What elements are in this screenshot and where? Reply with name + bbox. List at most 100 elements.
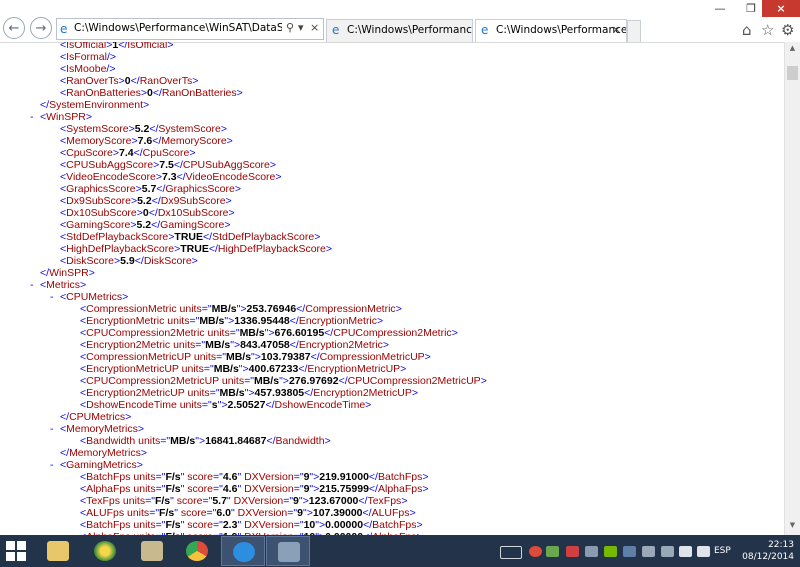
xml-bracket: > xyxy=(324,435,331,447)
arrow-right-icon: → xyxy=(35,21,47,36)
tray-icon[interactable] xyxy=(585,546,598,557)
xml-tag-name: GamingMetrics xyxy=(66,459,137,471)
xml-tag-name: VideoEncodeScore xyxy=(66,171,156,183)
xml-attr-value: MB/s xyxy=(211,303,237,315)
scroll-down-icon[interactable]: ▼ xyxy=(785,521,800,533)
xml-bracket: > xyxy=(85,111,92,123)
network-icon[interactable] xyxy=(679,546,692,557)
xml-tag-name: CPUCompression2MetricUP xyxy=(347,375,481,387)
xml-tag-name: MemoryScore xyxy=(66,135,132,147)
search-icon[interactable]: ⚲ xyxy=(286,21,294,34)
taskbar-app-3[interactable] xyxy=(266,536,310,566)
xml-value: 5.2 xyxy=(134,123,150,135)
taskbar-chrome[interactable] xyxy=(175,536,219,566)
favorites-star-icon[interactable]: ☆ xyxy=(761,21,774,39)
xml-bracket: > xyxy=(480,375,487,387)
xml-bracket: </ xyxy=(289,315,299,327)
xml-bracket: </ xyxy=(324,327,334,339)
xml-bracket: </ xyxy=(176,171,186,183)
xml-attr-value: MB/s xyxy=(199,315,225,327)
tray-icon[interactable] xyxy=(623,546,636,557)
tray-chrome-icon[interactable] xyxy=(529,546,542,557)
xml-bracket: </ xyxy=(152,135,162,147)
collapse-toggle[interactable]: - xyxy=(30,111,34,123)
xml-bracket: =" xyxy=(195,339,206,351)
xml-bracket: > xyxy=(189,147,196,159)
close-icon[interactable]: × xyxy=(310,21,319,34)
xml-tag-name: SystemScore xyxy=(158,123,221,135)
flag-icon[interactable] xyxy=(661,546,674,557)
xml-line: <Dx9SubScore>5.2</Dx9SubScore> xyxy=(60,195,232,207)
tray-icon[interactable] xyxy=(546,546,559,557)
xml-tag-name: GraphicsScore xyxy=(165,183,235,195)
xml-line[interactable]: - <GamingMetrics> xyxy=(50,459,143,471)
xml-bracket: > xyxy=(422,483,429,495)
xml-bracket: </ xyxy=(151,195,161,207)
xml-tag-name: StdDefPlaybackScore xyxy=(66,231,169,243)
xml-tag-name: CPUSubAggScore xyxy=(182,159,270,171)
minimize-icon: — xyxy=(714,2,726,15)
collapse-toggle[interactable]: - xyxy=(30,279,34,291)
xml-line[interactable]: - <WinSPR> xyxy=(30,111,92,123)
xml-value: 5.9 xyxy=(120,255,135,267)
ie-tab-icon: e xyxy=(332,23,340,37)
scroll-thumb[interactable] xyxy=(787,66,798,80)
taskbar-file-explorer[interactable] xyxy=(36,536,80,566)
xml-attr-name: units xyxy=(190,351,217,363)
gear-icon[interactable]: ⚙ xyxy=(781,21,794,39)
dropdown-icon[interactable]: ▾ xyxy=(298,21,304,34)
restore-button[interactable]: ❐ xyxy=(738,0,764,17)
back-button[interactable]: ← xyxy=(3,17,25,39)
volume-icon[interactable] xyxy=(697,546,710,557)
xml-line[interactable]: - <MemoryMetrics> xyxy=(50,423,144,435)
new-tab-button[interactable] xyxy=(627,20,641,42)
close-tab-icon[interactable]: × xyxy=(612,23,621,36)
collapse-toggle[interactable]: - xyxy=(50,291,54,303)
xml-line: <DshowEncodeTime units="s">2.50527</Dsho… xyxy=(80,399,371,411)
xml-attr-name: score xyxy=(184,483,213,495)
tray-shield-icon[interactable] xyxy=(566,546,579,557)
clock-date[interactable]: 08/12/2014 xyxy=(738,551,794,563)
scroll-up-icon[interactable]: ▲ xyxy=(785,44,800,56)
collapse-toggle[interactable]: - xyxy=(50,423,54,435)
vertical-scrollbar[interactable]: ▲ ▼ xyxy=(784,42,800,535)
xml-attr-name: score xyxy=(173,495,203,507)
xml-attr-name: units xyxy=(124,507,150,519)
keyboard-icon[interactable] xyxy=(500,546,522,559)
xml-line: <CompressionMetricUP units="MB/s">103.79… xyxy=(80,351,431,363)
taskbar-app-1[interactable] xyxy=(83,536,127,566)
xml-attr-name: units xyxy=(130,519,156,531)
taskbar-app-2[interactable] xyxy=(130,536,174,566)
xml-line: <GamingScore>5.2</GamingScore> xyxy=(60,219,231,231)
clock-time[interactable]: 22:13 xyxy=(744,539,794,551)
xml-tag-name: Dx9SubScore xyxy=(66,195,131,207)
address-bar[interactable]: e C:\Windows\Performance\WinSAT\DataStor… xyxy=(56,18,324,40)
xml-line[interactable]: - <Metrics> xyxy=(30,279,86,291)
forward-button[interactable]: → xyxy=(30,17,52,39)
taskbar-internet-explorer[interactable] xyxy=(221,536,265,566)
xml-bracket: =" xyxy=(287,507,298,519)
xml-value: TRUE xyxy=(174,231,204,243)
minimize-button[interactable]: — xyxy=(707,0,733,17)
xml-value: 7.6 xyxy=(137,135,153,147)
nvidia-icon[interactable] xyxy=(604,546,617,557)
browser-tab-2-active[interactable]: e C:\Windows\Performance\... × xyxy=(475,19,627,42)
language-indicator[interactable]: ESP xyxy=(714,546,731,556)
home-icon[interactable]: ⌂ xyxy=(742,21,752,39)
xml-bracket: </ xyxy=(368,483,378,495)
xml-tag-name: Bandwidth xyxy=(275,435,325,447)
xml-tag-name: Dx9SubScore xyxy=(160,195,226,207)
xml-attr-name: units xyxy=(130,471,156,483)
xml-line: <IsFormal/> xyxy=(60,51,116,63)
xml-bracket: > xyxy=(325,243,333,255)
collapse-toggle[interactable]: - xyxy=(50,459,54,471)
xml-attr-value: F/s xyxy=(159,507,175,519)
tray-icon[interactable] xyxy=(642,546,655,557)
address-text[interactable]: C:\Windows\Performance\WinSAT\DataStore\… xyxy=(74,22,282,34)
xml-bracket: =" xyxy=(155,519,166,531)
start-button[interactable] xyxy=(6,541,26,561)
close-window-button[interactable]: × xyxy=(762,0,800,17)
xml-line: <Dx10SubScore>0</Dx10SubScore> xyxy=(60,207,235,219)
xml-line[interactable]: - <CPUMetrics> xyxy=(50,291,128,303)
browser-tab-1[interactable]: e C:\Windows\Performance\Wi... xyxy=(326,19,473,42)
